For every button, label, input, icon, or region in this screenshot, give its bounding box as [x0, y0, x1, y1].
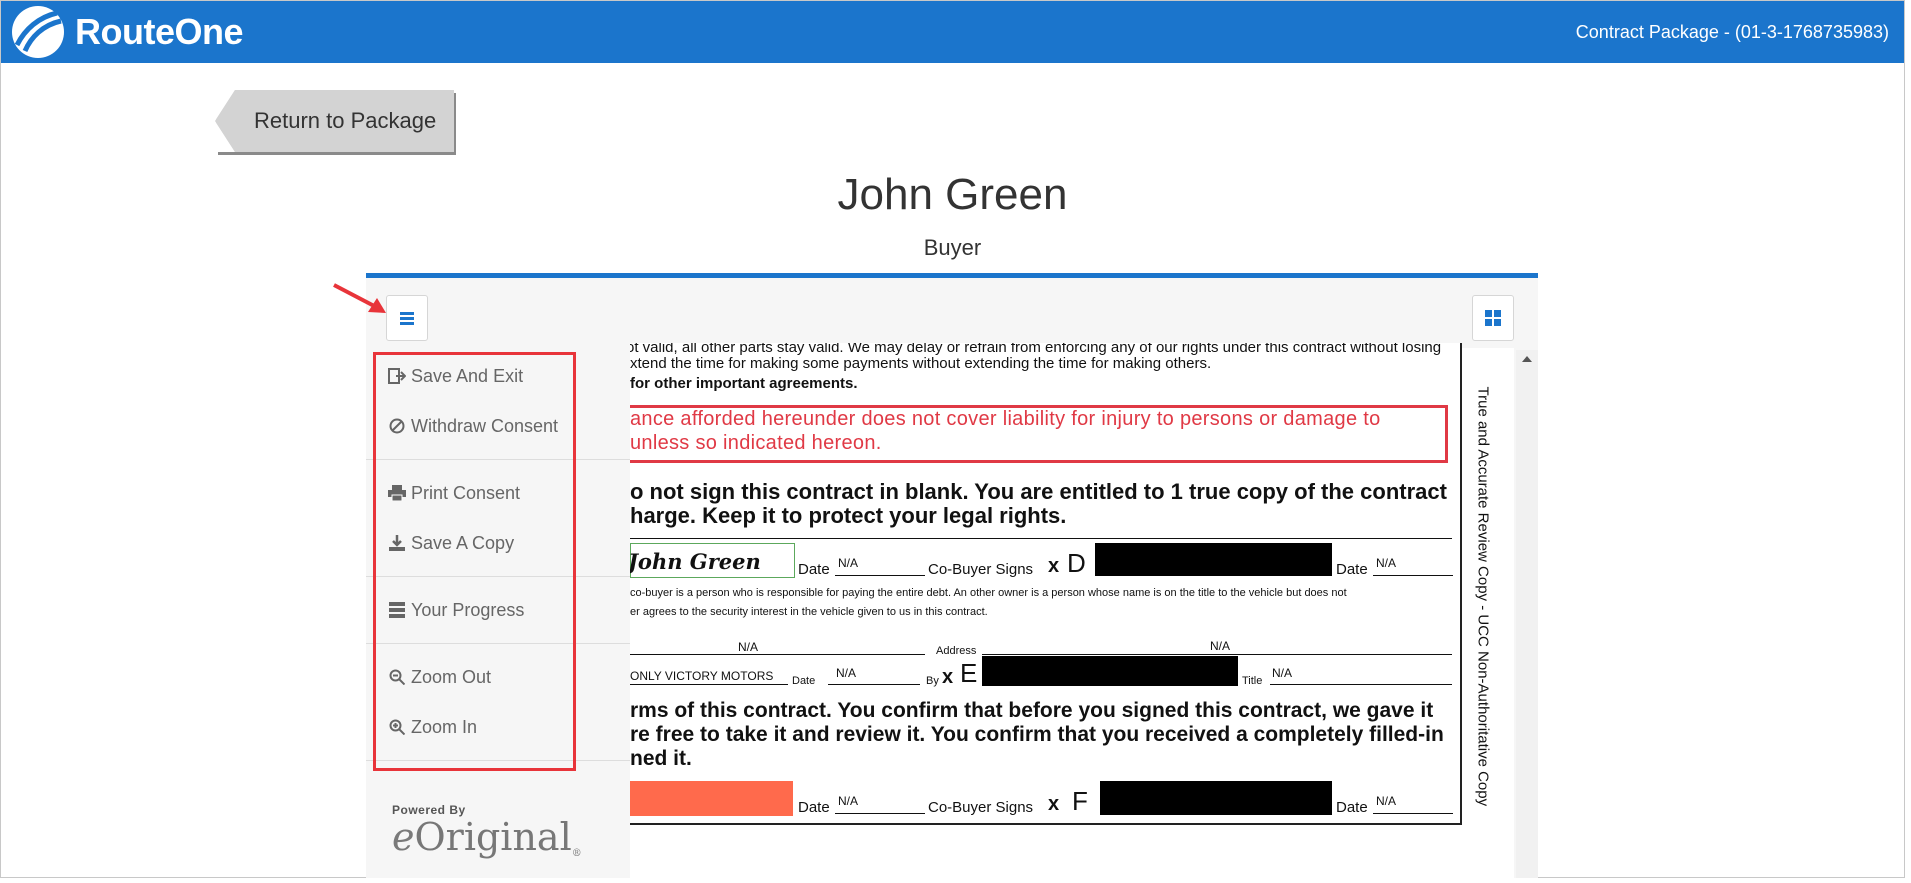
insurance-notice-text: ance afforded hereunder does not cover l… [630, 408, 1381, 430]
date-value: N/A [838, 556, 859, 570]
doc-line: for other important agreements. [630, 375, 858, 392]
date-line [1373, 575, 1453, 576]
terms-text: rms of this contract. You confirm that b… [630, 699, 1434, 722]
return-to-package-button[interactable]: Return to Package [215, 90, 454, 152]
contract-page: ot valid, all other parts stay valid. We… [630, 343, 1462, 825]
redacted-block [1095, 543, 1332, 576]
date-label: Date [1336, 799, 1368, 816]
required-signature-field[interactable] [630, 781, 793, 816]
insurance-notice-text: unless so indicated hereon. [630, 432, 882, 454]
menu-label: Withdraw Consent [411, 415, 559, 436]
your-progress-item[interactable]: Your Progress [366, 585, 630, 635]
print-consent-item[interactable]: Print Consent [366, 468, 630, 518]
na-value: N/A [1210, 639, 1231, 653]
date-line [835, 575, 925, 576]
print-icon [387, 483, 407, 503]
date-line [828, 684, 920, 685]
menu-label: Your Progress [411, 599, 525, 620]
side-menu: Save And Exit Withdraw Consent Print Con… [366, 343, 630, 878]
package-title: Contract Package - (01-3-1768735983) [1575, 22, 1889, 42]
zoom-in-icon [387, 717, 407, 737]
zoom-out-item[interactable]: Zoom Out [366, 652, 630, 702]
zoom-in-item[interactable]: Zoom In [366, 702, 630, 752]
sign-out-icon [387, 366, 407, 386]
signer-name: John Green [837, 170, 1068, 219]
review-copy-label: True and Accurate Review Copy - UCC Non-… [1468, 387, 1492, 807]
blank-warning-text: o not sign this contract in blank. You a… [630, 479, 1447, 504]
menu-label: Zoom Out [411, 666, 492, 687]
title-label: Title [1242, 675, 1263, 687]
field-line [1270, 684, 1452, 685]
annotation-arrow-icon [333, 283, 386, 313]
fine-print: co-buyer is a person who is responsible … [630, 587, 1347, 599]
date-line [1373, 813, 1453, 814]
x-mark: x [1048, 555, 1060, 577]
eoriginal-logo: eOriginal® [392, 815, 582, 859]
menu-label: Zoom In [411, 716, 478, 737]
date-line [835, 813, 925, 814]
review-copy-text: True and Accurate Review Copy - UCC Non-… [1474, 386, 1492, 807]
menu-label: Save A Copy [411, 532, 515, 553]
x-mark: x [1048, 793, 1060, 815]
date-label: Date [792, 675, 816, 687]
x-mark: x [942, 666, 954, 688]
date-label: Date [1336, 561, 1368, 578]
scroll-up-arrow-icon[interactable] [1522, 356, 1532, 362]
na-value: N/A [738, 640, 759, 654]
arrow-notch [215, 90, 235, 152]
routeone-logo-icon [12, 6, 64, 58]
field-line [630, 684, 788, 685]
signer-letter: E [960, 658, 978, 688]
signer-letter: F [1072, 786, 1088, 816]
cobuyer-label: Co-Buyer Signs [928, 561, 1034, 578]
save-and-exit-item[interactable]: Save And Exit [366, 351, 630, 401]
menu-group-zoom: Zoom Out Zoom In [366, 644, 630, 761]
signer-role: Buyer [923, 235, 982, 260]
cobuyer-label: Co-Buyer Signs [928, 799, 1034, 816]
dealer-name: ONLY VICTORY MOTORS [630, 669, 774, 683]
thumbnails-button[interactable] [1472, 295, 1514, 341]
menu-group-file: Save And Exit Withdraw Consent [366, 343, 630, 460]
return-button-label: Return to Package [254, 108, 437, 133]
divider [630, 538, 1452, 539]
redacted-block [1100, 781, 1332, 815]
field-line [630, 654, 925, 655]
address-label: Address [936, 645, 977, 657]
fine-print: er agrees to the security interest in th… [630, 606, 988, 618]
menu-label: Save And Exit [411, 365, 524, 386]
menu-group-output: Print Consent Save A Copy [366, 460, 630, 577]
field-line [982, 654, 1452, 655]
ban-icon [387, 416, 407, 436]
list-icon [400, 312, 414, 325]
date-label: Date [798, 799, 830, 816]
blank-warning-text: harge. Keep it to protect your legal rig… [630, 503, 1067, 528]
zoom-out-icon [387, 667, 407, 687]
menu-label: Print Consent [411, 482, 521, 503]
download-icon [387, 533, 407, 553]
terms-text: re free to take it and review it. You co… [630, 723, 1444, 746]
date-value: N/A [1376, 556, 1397, 570]
date-label: Date [798, 561, 830, 578]
date-value: N/A [836, 666, 857, 680]
server-icon [387, 600, 407, 620]
by-label: By [926, 675, 939, 687]
top-bar: RouteOne Contract Package - (01-3-176873… [1, 1, 1904, 63]
date-value: N/A [838, 794, 859, 808]
routeone-logo[interactable]: RouteOne [11, 6, 244, 58]
signer-letter: D [1067, 548, 1086, 578]
redacted-block [982, 656, 1238, 686]
brand-name: RouteOne [75, 11, 244, 52]
terms-text: ned it. [630, 747, 692, 770]
title-value: N/A [1272, 666, 1293, 680]
save-a-copy-item[interactable]: Save A Copy [366, 518, 630, 568]
grid-icon [1485, 310, 1501, 326]
buyer-signature: John Green [630, 549, 761, 574]
menu-group-progress: Your Progress [366, 577, 630, 644]
powered-by: Powered By eOriginal® [392, 803, 582, 859]
doc-line: xtend the time for making some payments … [630, 355, 1212, 372]
date-value: N/A [1376, 794, 1397, 808]
vertical-scrollbar[interactable] [1516, 350, 1538, 878]
withdraw-consent-item[interactable]: Withdraw Consent [366, 401, 630, 451]
